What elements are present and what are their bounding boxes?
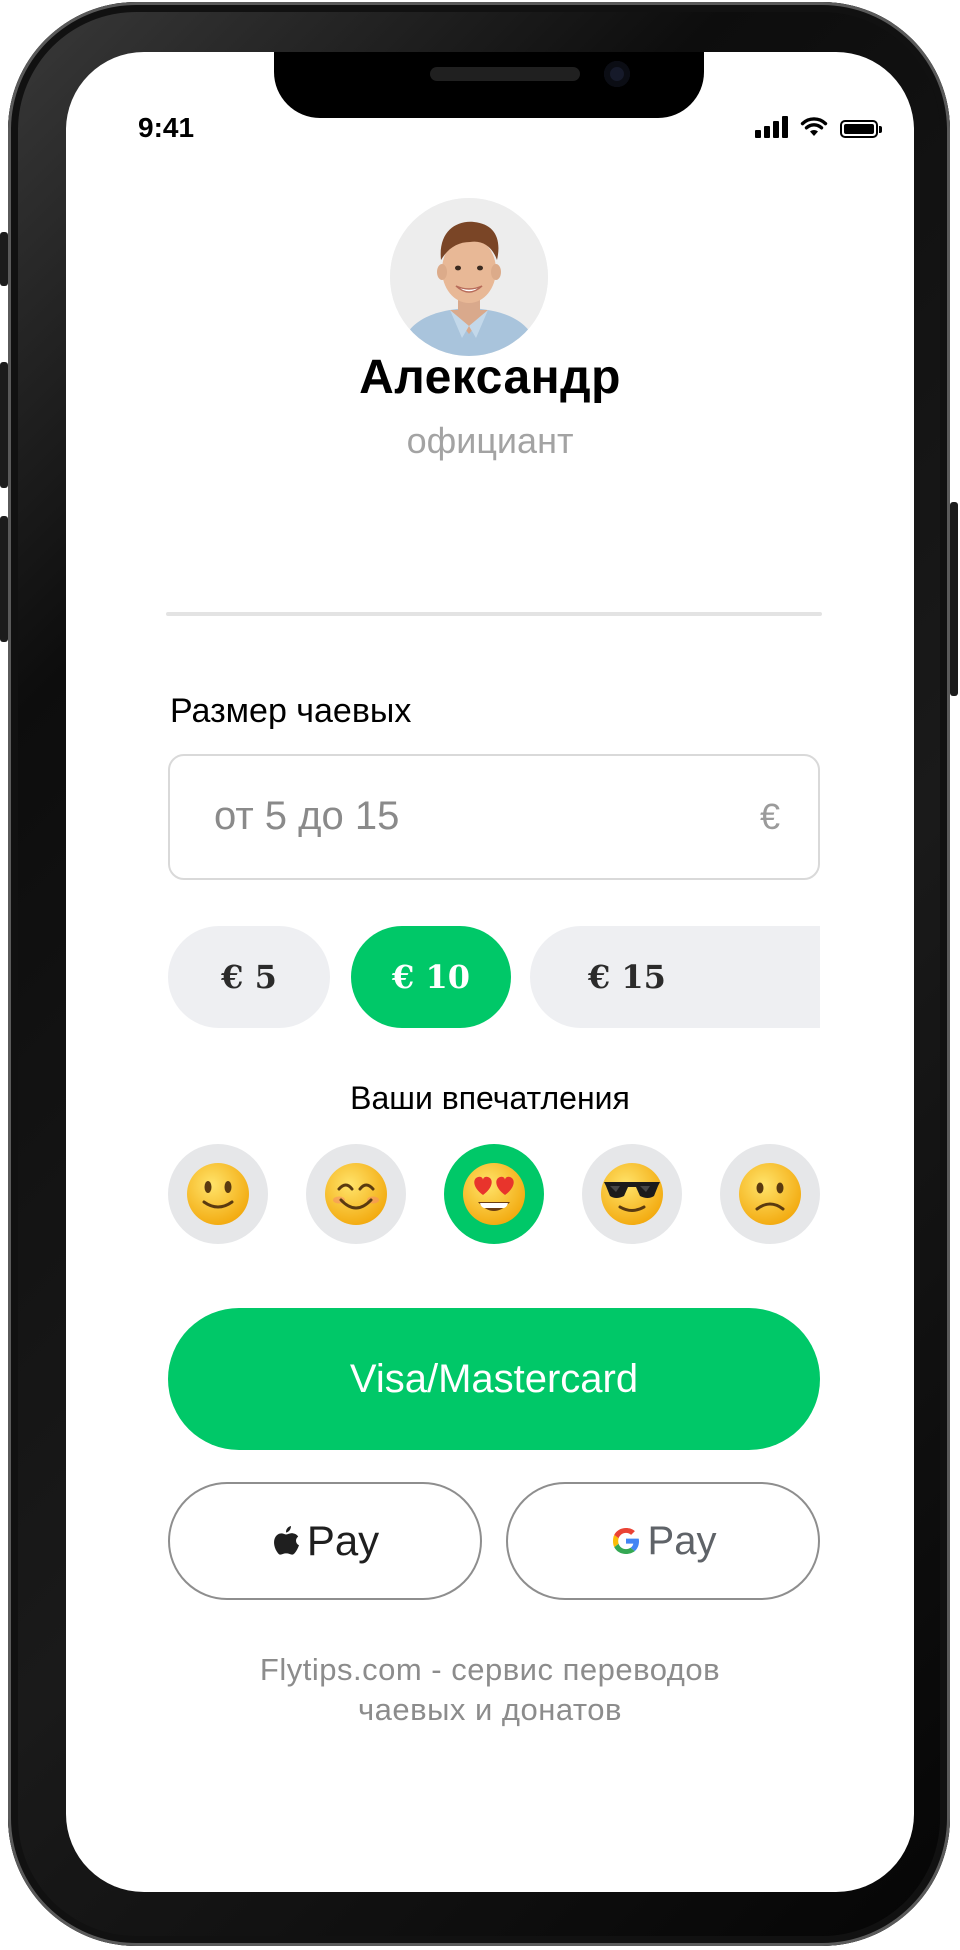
- tip-amount-input[interactable]: от 5 до 15 €: [168, 754, 820, 880]
- tip-preset-chips: € 5 € 10 € 15: [168, 926, 820, 1028]
- volume-down-button: [0, 516, 8, 642]
- tip-amount-label: Размер чаевых: [170, 692, 412, 730]
- notch: [274, 52, 704, 118]
- google-logo-icon: [612, 1528, 639, 1554]
- phone-frame: 9:41 Александр официант Размер чаевых от…: [8, 2, 950, 1946]
- tip-preset-10[interactable]: € 10: [351, 926, 511, 1028]
- footer-line-2: чаевых и донатов: [358, 1692, 622, 1727]
- employee-role: официант: [406, 420, 574, 461]
- tip-preset-15-label: € 15: [588, 958, 666, 996]
- smiling-eyes-emoji-icon: [325, 1163, 387, 1225]
- footer-text: Flytips.com - сервис переводов чаевых и …: [66, 1650, 914, 1730]
- status-time: 9:41: [138, 112, 195, 143]
- apple-logo-icon: [273, 1526, 299, 1555]
- slight-smile-emoji-icon: [187, 1163, 249, 1225]
- google-pay-label: Pay: [647, 1518, 717, 1563]
- tip-preset-15[interactable]: € 15: [530, 926, 820, 1028]
- battery-icon: [840, 120, 882, 138]
- wifi-icon: [800, 117, 828, 136]
- impression-option-2[interactable]: [306, 1144, 406, 1244]
- footer-line-1: Flytips.com - сервис переводов: [259, 1652, 721, 1687]
- volume-up-button: [0, 362, 8, 488]
- card-payment-button[interactable]: Visa/Mastercard: [168, 1308, 820, 1450]
- slight-frown-emoji-icon: [739, 1163, 801, 1225]
- speaker-grille: [430, 67, 580, 81]
- impressions-label: Ваши впечатления: [350, 1080, 630, 1116]
- apple-pay-label: Pay: [306, 1517, 380, 1564]
- avatar: [390, 198, 548, 356]
- sunglasses-emoji-icon: [601, 1163, 663, 1225]
- status-icons: [755, 114, 882, 138]
- divider: [166, 612, 822, 616]
- employee-name: Александр: [359, 351, 621, 404]
- tip-preset-5[interactable]: € 5: [168, 926, 330, 1028]
- impression-option-1[interactable]: [168, 1144, 268, 1244]
- impression-option-3[interactable]: [444, 1144, 544, 1244]
- power-button: [950, 502, 958, 696]
- mute-switch: [0, 232, 8, 286]
- google-pay-button[interactable]: Pay: [506, 1482, 820, 1600]
- heart-eyes-emoji-icon: [463, 1163, 525, 1225]
- currency-symbol: €: [759, 796, 780, 837]
- front-camera: [604, 61, 630, 87]
- impression-option-4[interactable]: [582, 1144, 682, 1244]
- tip-amount-placeholder: от 5 до 15: [214, 794, 400, 838]
- cellular-signal-icon: [755, 116, 788, 138]
- impression-option-5[interactable]: [720, 1144, 820, 1244]
- apple-pay-button[interactable]: Pay: [168, 1482, 482, 1600]
- screen: 9:41 Александр официант Размер чаевых от…: [66, 52, 914, 1892]
- impression-options: [168, 1144, 820, 1244]
